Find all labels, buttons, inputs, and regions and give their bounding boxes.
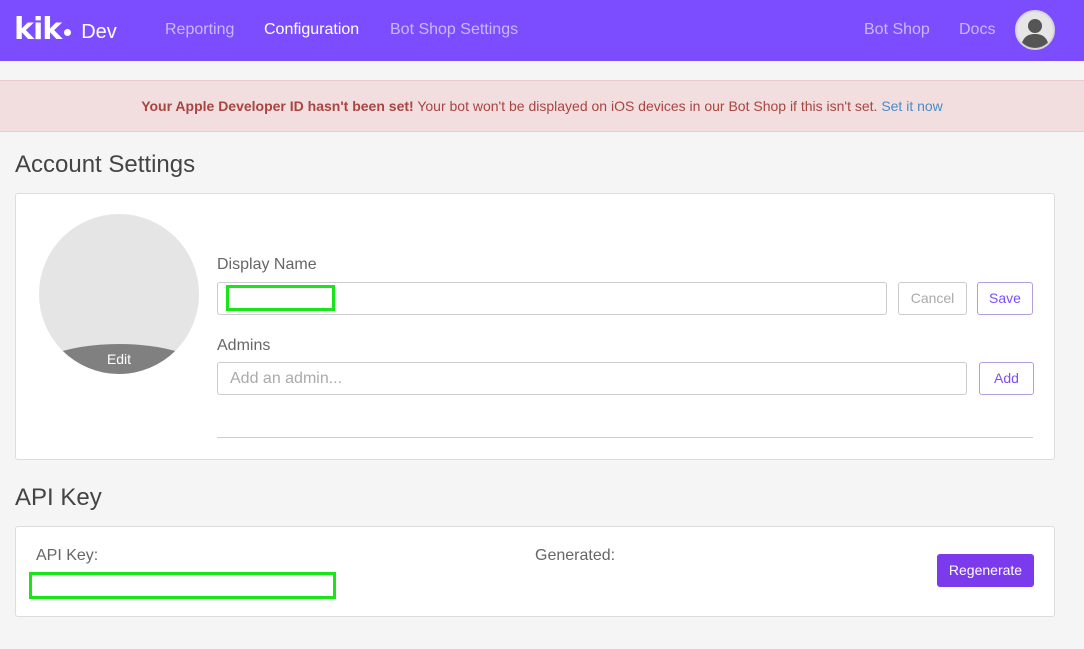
logo-suffix: Dev [81,20,117,43]
set-it-now-link[interactable]: Set it now [881,98,942,114]
admins-label: Admins [217,337,271,354]
apple-id-alert: Your Apple Developer ID hasn't been set!… [0,80,1084,132]
regenerate-button[interactable]: Regenerate [937,554,1034,587]
edit-photo-button[interactable]: Edit [39,344,199,374]
logo-dot [64,28,72,36]
nav-bot-shop-settings[interactable]: Bot Shop Settings [390,20,518,40]
nav-docs[interactable]: Docs [959,20,995,40]
alert-message: Your bot won't be displayed on iOS devic… [413,98,882,114]
nav-reporting[interactable]: Reporting [165,20,234,40]
kik-dev-logo[interactable]: kik Dev [14,14,117,46]
add-admin-input[interactable]: Add an admin... [217,362,967,395]
top-navbar: kik Dev Reporting Configuration Bot Shop… [0,0,1084,61]
section-divider [217,437,1033,438]
nav-configuration[interactable]: Configuration [264,20,359,40]
add-admin-button[interactable]: Add [979,362,1034,395]
alert-headline: Your Apple Developer ID hasn't been set! [141,98,414,114]
user-silhouette-icon [1021,19,1049,48]
account-settings-heading: Account Settings [15,151,196,178]
display-name-redaction-box [226,285,335,311]
api-key-redaction-box [29,572,336,599]
logo-wordmark: kik [14,12,62,47]
cancel-button[interactable]: Cancel [898,282,967,315]
user-avatar[interactable] [1015,10,1055,50]
nav-bot-shop[interactable]: Bot Shop [864,20,930,40]
save-button[interactable]: Save [977,282,1033,315]
edit-photo-label: Edit [106,351,132,367]
display-name-label: Display Name [217,256,317,273]
generated-label: Generated: [535,547,616,564]
api-key-label: API Key: [36,547,99,564]
api-key-heading: API Key [15,484,102,511]
bot-profile-photo[interactable]: Edit [39,214,199,374]
